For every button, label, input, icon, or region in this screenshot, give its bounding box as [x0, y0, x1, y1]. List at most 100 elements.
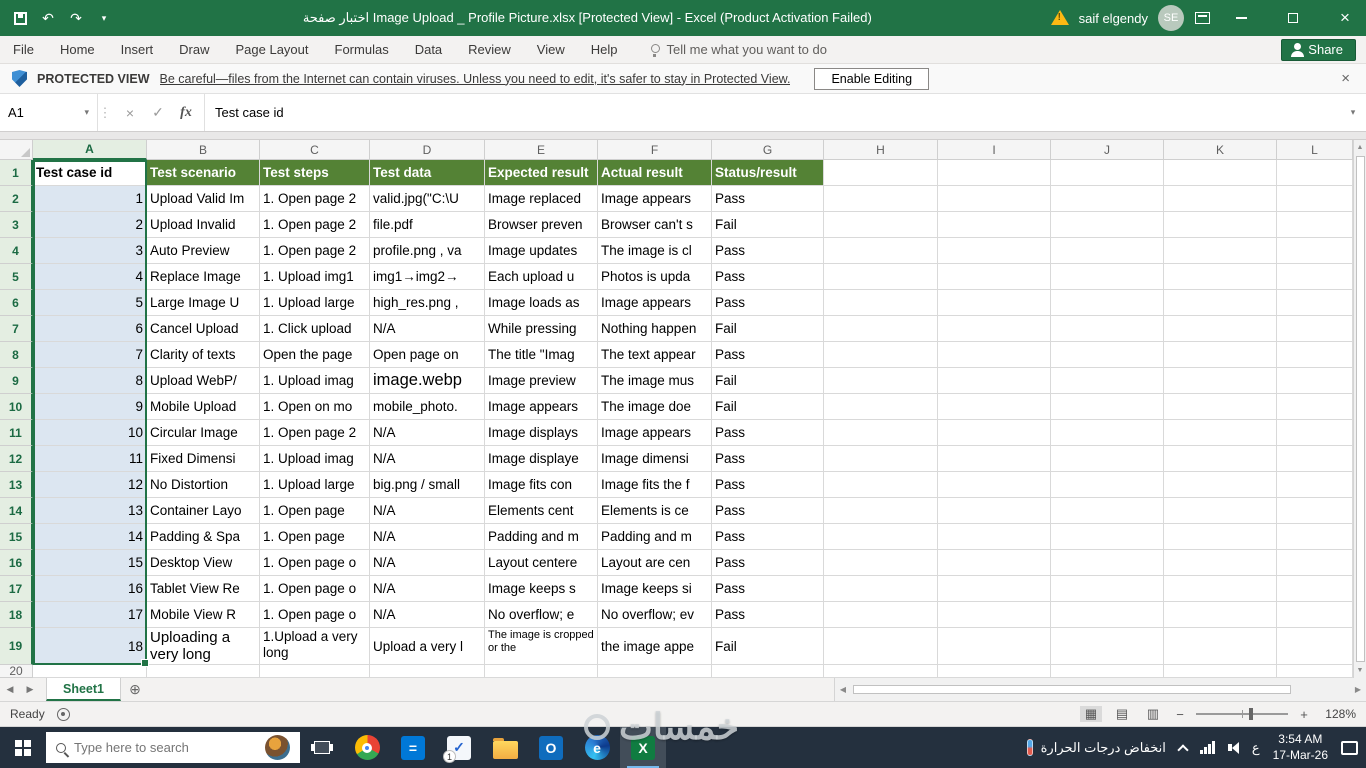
cell-D2[interactable]: valid.jpg("C:\U [370, 186, 485, 212]
cell-A10[interactable]: 9 [33, 394, 147, 420]
cell-C4[interactable]: 1. Open page 2 [260, 238, 370, 264]
ribbon-tab-view[interactable]: View [524, 36, 578, 63]
cell-J17[interactable] [1051, 576, 1164, 602]
cell-K11[interactable] [1164, 420, 1277, 446]
cell-D5[interactable]: img1→img2→ [370, 264, 485, 290]
cell-L5[interactable] [1277, 264, 1353, 290]
cell-G4[interactable]: Pass [712, 238, 824, 264]
cell-A6[interactable]: 5 [33, 290, 147, 316]
row-header-7[interactable]: 7 [0, 316, 33, 342]
ribbon-tab-draw[interactable]: Draw [166, 36, 222, 63]
cell-A8[interactable]: 7 [33, 342, 147, 368]
cell-E3[interactable]: Browser preven [485, 212, 598, 238]
name-box-dropdown-icon[interactable]: ▾ [84, 107, 89, 118]
cell-G17[interactable]: Pass [712, 576, 824, 602]
cell-L9[interactable] [1277, 368, 1353, 394]
cell-F6[interactable]: Image appears [598, 290, 712, 316]
taskbar-app-chrome[interactable] [344, 727, 390, 768]
volume-icon[interactable] [1227, 741, 1239, 754]
cell-B11[interactable]: Circular Image [147, 420, 260, 446]
cell-H15[interactable] [824, 524, 938, 550]
cell-B18[interactable]: Mobile View R [147, 602, 260, 628]
ribbon-display-options-button[interactable] [1194, 7, 1210, 29]
name-box[interactable]: A1 ▾ [0, 94, 98, 131]
cell-E11[interactable]: Image displays [485, 420, 598, 446]
cell-F5[interactable]: Photos is upda [598, 264, 712, 290]
scroll-right-icon[interactable]: ▶ [1350, 685, 1366, 694]
cell-A11[interactable]: 10 [33, 420, 147, 446]
save-button[interactable] [12, 7, 28, 29]
sheet-nav-left-icon[interactable]: ◀ [0, 684, 20, 695]
cell-L4[interactable] [1277, 238, 1353, 264]
cell-C15[interactable]: 1. Open page [260, 524, 370, 550]
cell-K9[interactable] [1164, 368, 1277, 394]
cell-A12[interactable]: 11 [33, 446, 147, 472]
cell-K13[interactable] [1164, 472, 1277, 498]
cell-A18[interactable]: 17 [33, 602, 147, 628]
cell-C6[interactable]: 1. Upload large [260, 290, 370, 316]
vertical-scrollbar[interactable]: ▲ ▼ [1353, 140, 1366, 678]
cell-H13[interactable] [824, 472, 938, 498]
cell-H18[interactable] [824, 602, 938, 628]
cell-C17[interactable]: 1. Open page o [260, 576, 370, 602]
cell-K2[interactable] [1164, 186, 1277, 212]
taskbar-app-file-explorer[interactable] [482, 727, 528, 768]
cell-L3[interactable] [1277, 212, 1353, 238]
cell-D11[interactable]: N/A [370, 420, 485, 446]
cell-B19[interactable]: Uploading a very long [147, 628, 260, 665]
page-layout-view-button[interactable]: ▤ [1111, 706, 1133, 722]
cell-D12[interactable]: N/A [370, 446, 485, 472]
cell-B17[interactable]: Tablet View Re [147, 576, 260, 602]
cell-L20[interactable] [1277, 665, 1353, 678]
cell-J6[interactable] [1051, 290, 1164, 316]
cell-C13[interactable]: 1. Upload large [260, 472, 370, 498]
cell-K6[interactable] [1164, 290, 1277, 316]
cell-L19[interactable] [1277, 628, 1353, 665]
cell-L8[interactable] [1277, 342, 1353, 368]
cell-E1[interactable]: Expected result [485, 160, 598, 186]
zoom-slider[interactable] [1196, 708, 1288, 720]
cell-F10[interactable]: The image doe [598, 394, 712, 420]
zoom-in-button[interactable]: + [1297, 707, 1311, 722]
cell-E17[interactable]: Image keeps s [485, 576, 598, 602]
column-header-B[interactable]: B [147, 140, 260, 160]
cell-D7[interactable]: N/A [370, 316, 485, 342]
column-header-L[interactable]: L [1277, 140, 1353, 160]
cell-B5[interactable]: Replace Image [147, 264, 260, 290]
tell-me-box[interactable]: Tell me what you want to do [650, 42, 827, 57]
cell-A4[interactable]: 3 [33, 238, 147, 264]
cell-G5[interactable]: Pass [712, 264, 824, 290]
column-header-E[interactable]: E [485, 140, 598, 160]
column-header-I[interactable]: I [938, 140, 1051, 160]
ribbon-tab-review[interactable]: Review [455, 36, 524, 63]
cell-I5[interactable] [938, 264, 1051, 290]
cell-D9[interactable]: image.webp [370, 368, 485, 394]
cell-I20[interactable] [938, 665, 1051, 678]
new-sheet-button[interactable]: ⊕ [121, 681, 149, 698]
zoom-out-button[interactable]: − [1173, 707, 1187, 722]
cell-L10[interactable] [1277, 394, 1353, 420]
column-header-C[interactable]: C [260, 140, 370, 160]
cell-L7[interactable] [1277, 316, 1353, 342]
cell-F17[interactable]: Image keeps si [598, 576, 712, 602]
row-header-3[interactable]: 3 [0, 212, 33, 238]
cell-A16[interactable]: 15 [33, 550, 147, 576]
cell-D19[interactable]: Upload a very l [370, 628, 485, 665]
cell-C8[interactable]: Open the page [260, 342, 370, 368]
cell-H16[interactable] [824, 550, 938, 576]
cell-F2[interactable]: Image appears [598, 186, 712, 212]
network-icon[interactable] [1199, 741, 1215, 754]
cell-L13[interactable] [1277, 472, 1353, 498]
cell-K14[interactable] [1164, 498, 1277, 524]
cell-I11[interactable] [938, 420, 1051, 446]
cell-L6[interactable] [1277, 290, 1353, 316]
cell-A1[interactable]: Test case id [33, 160, 147, 186]
cell-B14[interactable]: Container Layo [147, 498, 260, 524]
cell-H8[interactable] [824, 342, 938, 368]
taskbar-app-calculator[interactable]: = [390, 727, 436, 768]
ribbon-tab-page-layout[interactable]: Page Layout [223, 36, 322, 63]
cell-H11[interactable] [824, 420, 938, 446]
cell-C16[interactable]: 1. Open page o [260, 550, 370, 576]
cell-E2[interactable]: Image replaced [485, 186, 598, 212]
cell-F8[interactable]: The text appear [598, 342, 712, 368]
